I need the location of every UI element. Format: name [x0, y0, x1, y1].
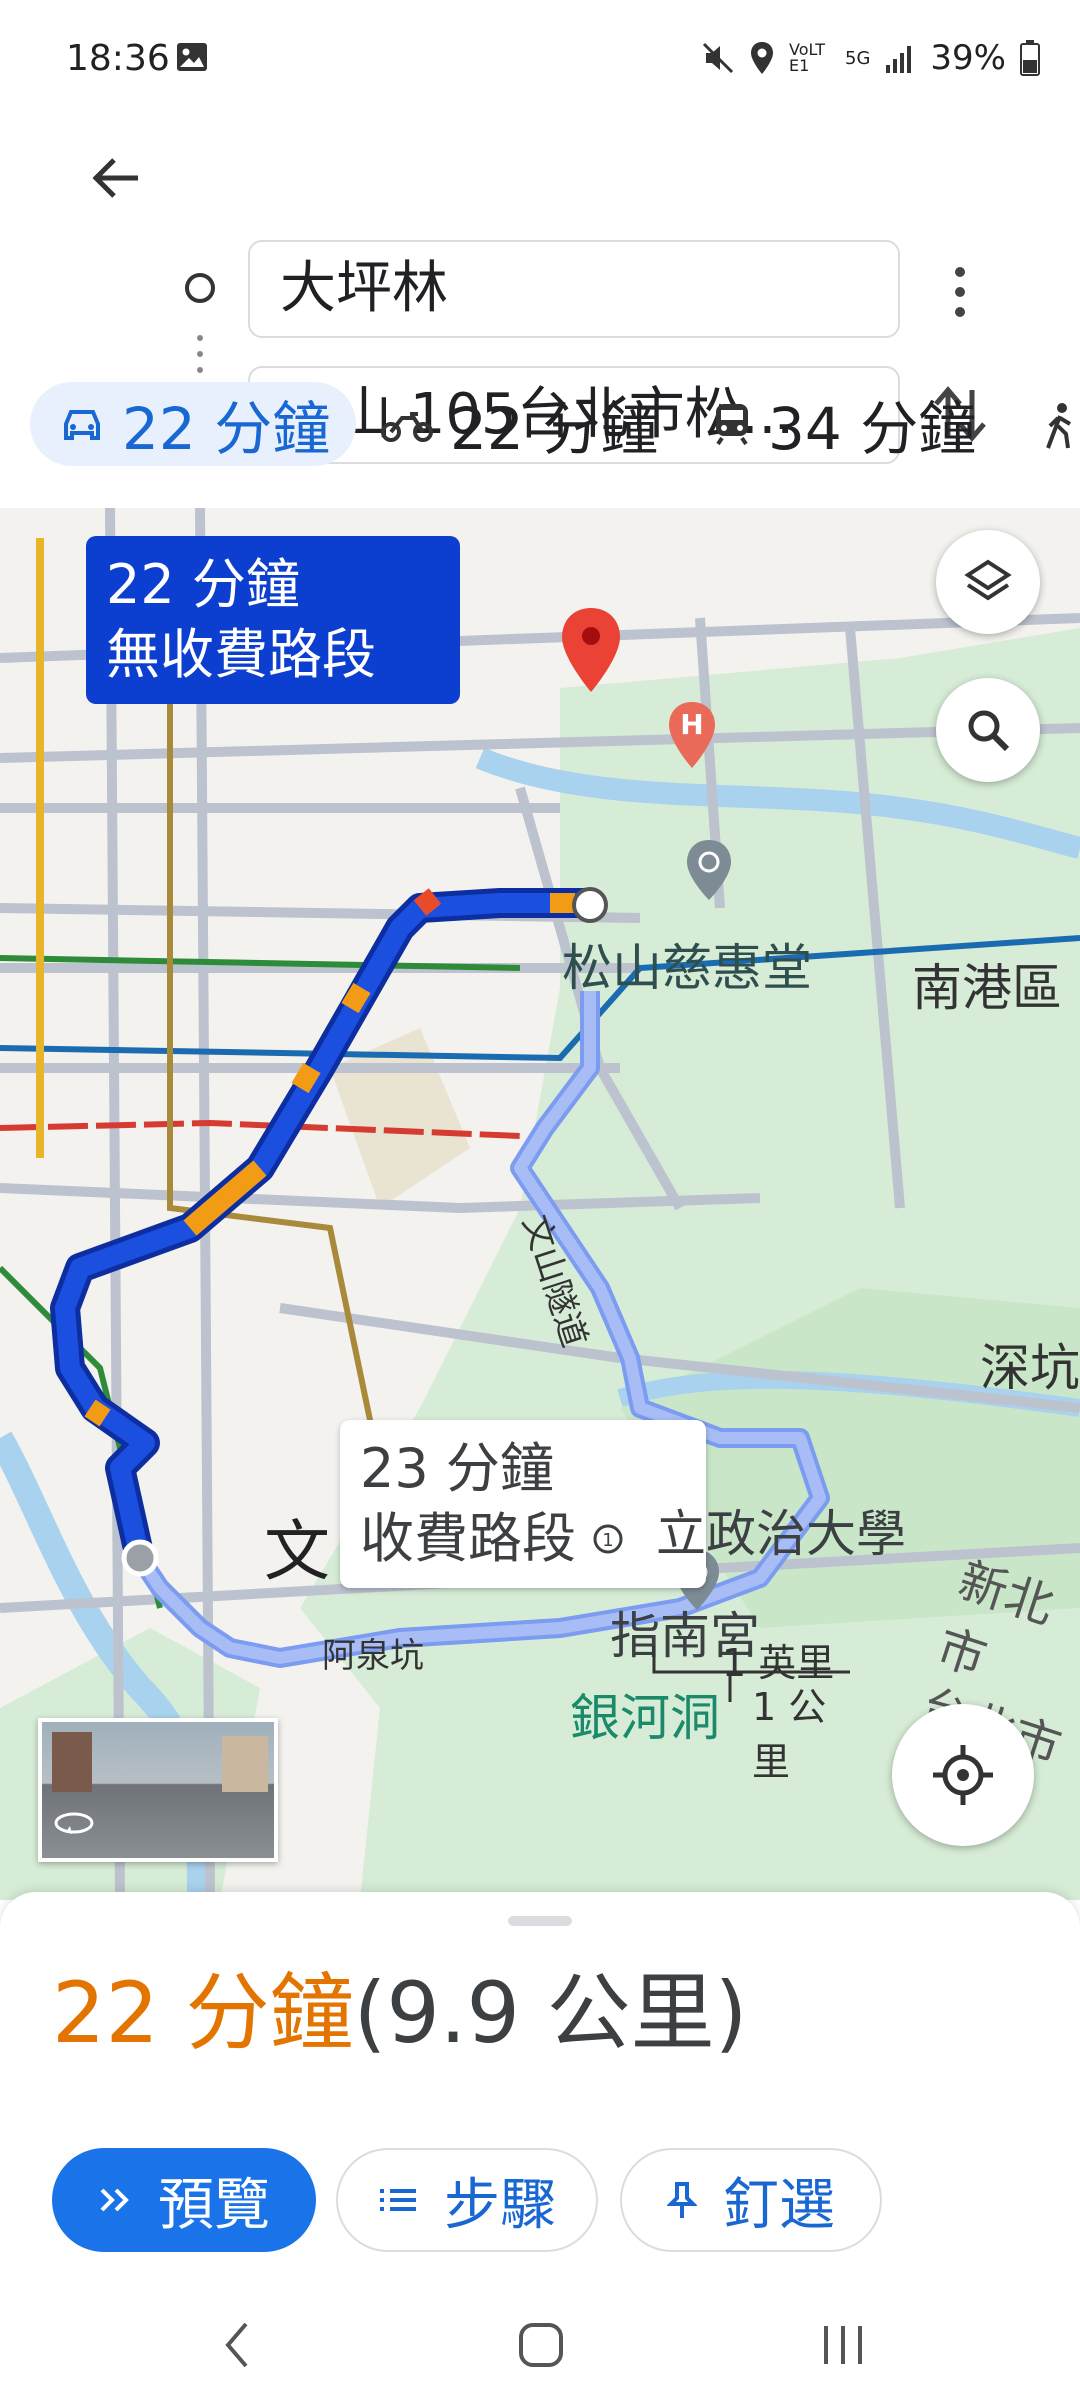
nav-recents-button[interactable] — [818, 2320, 868, 2370]
search-icon — [968, 710, 1010, 752]
double-chevron-icon — [100, 2188, 129, 2212]
route-dots-icon — [197, 335, 203, 373]
mode-motorcycle-tab[interactable]: 22 分鐘 — [380, 382, 658, 466]
status-bar: 18:36 VoLTE1 5G 39% — [0, 0, 1080, 120]
pin-label: 釘選 — [723, 2172, 835, 2238]
status-icons: VoLTE1 5G 39% — [701, 38, 1040, 78]
battery-percent: 39% — [930, 38, 1006, 78]
map-label: 松山慈惠堂 — [562, 939, 812, 997]
preview-label: 預覽 — [158, 2172, 270, 2238]
map-scale: 1 英里 1 公里 — [652, 1632, 852, 1784]
location-icon — [751, 42, 774, 74]
volte-label: VoLTE1 — [789, 40, 825, 75]
my-location-icon — [933, 1745, 993, 1805]
mode-transit-tab[interactable]: 34 分鐘 — [712, 382, 976, 466]
nav-home-button[interactable] — [516, 2320, 566, 2370]
svg-text:H: H — [680, 708, 703, 741]
origin-field[interactable]: 大坪林 — [248, 240, 900, 338]
steps-button[interactable]: 步驟 — [336, 2148, 598, 2252]
map-canvas — [0, 508, 1080, 1900]
rotate-360-icon — [54, 1812, 94, 1834]
alt-route-callout[interactable]: 23 分鐘 收費路段 1 — [340, 1420, 706, 1588]
drag-handle[interactable] — [508, 1916, 572, 1926]
map-label: 阿泉坑 — [322, 1636, 424, 1676]
signal-icon — [886, 46, 912, 73]
mode-driving-label: 22 分鐘 — [122, 395, 331, 463]
route-summary: 22 分鐘(9.9 公里) — [52, 1958, 747, 2068]
pin-button[interactable]: 釘選 — [620, 2148, 882, 2252]
preview-button[interactable]: 預覽 — [52, 2148, 316, 2252]
system-nav-bar — [0, 2290, 1080, 2400]
gallery-icon — [176, 42, 208, 76]
car-icon — [64, 410, 100, 440]
street-view-thumbnail[interactable] — [38, 1718, 278, 1862]
back-button[interactable] — [84, 146, 148, 214]
origin-dot-icon — [185, 273, 215, 303]
search-along-route-button[interactable] — [936, 678, 1040, 782]
primary-route-time: 22 分鐘 — [106, 553, 300, 616]
map-label: 立政治大學 — [656, 1505, 906, 1563]
more-vert-icon — [955, 267, 965, 317]
layers-button[interactable] — [936, 530, 1040, 634]
my-location-button[interactable] — [892, 1704, 1034, 1846]
mode-transit-label: 34 分鐘 — [768, 395, 977, 463]
map-label: 文 — [264, 1513, 330, 1590]
route-duration: 22 分鐘 — [52, 1964, 354, 2062]
pin-icon — [667, 2182, 697, 2218]
transit-icon — [716, 404, 748, 446]
steps-label: 步驟 — [444, 2172, 556, 2238]
temple-icon — [687, 840, 731, 900]
scale-km: 1 公里 — [752, 1685, 827, 1784]
mode-driving-tab[interactable]: 22 分鐘 — [30, 382, 357, 466]
mute-icon — [702, 42, 734, 74]
svg-text:1: 1 — [602, 1530, 613, 1551]
primary-route-note: 無收費路段 — [106, 623, 376, 686]
map-label: 深坑 — [980, 1339, 1080, 1397]
directions-header: 大坪林 松山 105台北市松... 22 分鐘 22 分鐘 34 分鐘 — [0, 120, 1080, 510]
map-label: 南港區 — [912, 959, 1062, 1017]
mode-motorcycle-label: 22 分鐘 — [450, 395, 659, 463]
network-type: 5G — [845, 47, 871, 69]
map-view[interactable]: H 22 分鐘 無收費路段 23 分鐘 收費路段 1 松山慈惠堂 南港區 深坑 … — [0, 508, 1080, 1900]
back-arrow-icon — [92, 158, 138, 198]
battery-icon — [1020, 40, 1040, 76]
nav-back-button[interactable] — [222, 2320, 252, 2370]
status-time: 18:36 — [66, 38, 170, 79]
primary-route-callout[interactable]: 22 分鐘 無收費路段 — [86, 536, 460, 704]
list-icon — [380, 2189, 416, 2211]
motorcycle-icon — [381, 412, 433, 442]
route-distance: (9.9 公里) — [353, 1964, 748, 2062]
alt-route-note: 收費路段 — [360, 1507, 576, 1570]
alt-route-time: 23 分鐘 — [360, 1437, 554, 1500]
walking-icon — [1046, 403, 1072, 449]
hospital-icon: H — [669, 702, 715, 768]
more-options-button[interactable] — [940, 260, 980, 328]
layers-icon — [964, 559, 1012, 601]
toll-icon: 1 — [593, 1524, 623, 1554]
destination-marker-icon — [562, 608, 620, 692]
mode-walking-tab[interactable] — [1040, 402, 1080, 454]
